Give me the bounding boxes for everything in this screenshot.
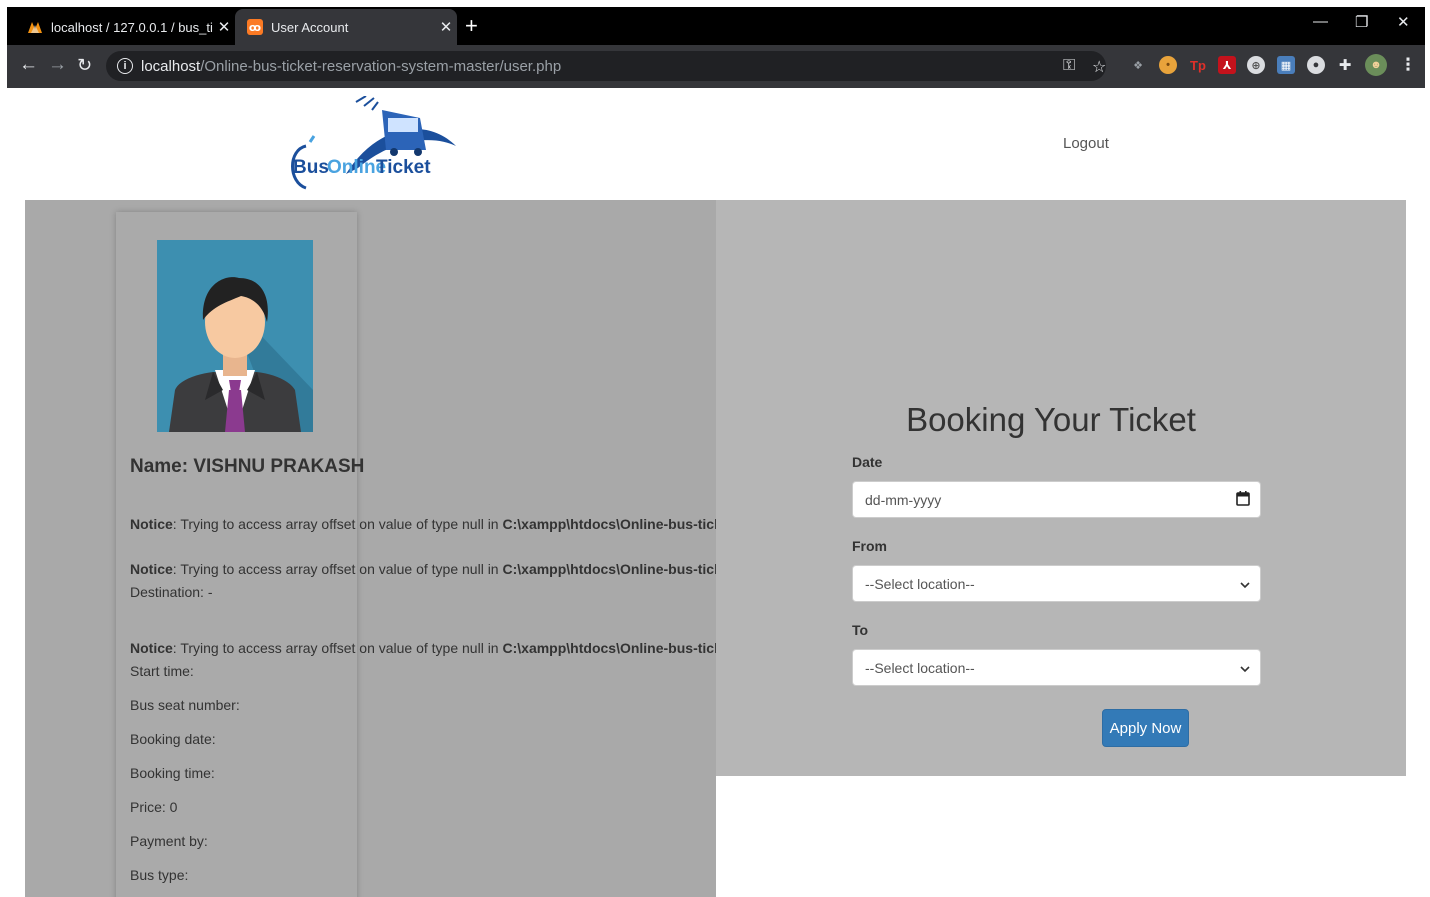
price-line: Price: 0: [130, 799, 178, 815]
booking-time-line: Booking time:: [130, 765, 215, 781]
notice-label: Notice: [130, 561, 173, 577]
browser-window: localhost / 127.0.0.1 / bus_ticket_ ✕ ꝏ …: [7, 7, 1425, 88]
tab-title: localhost / 127.0.0.1 / bus_ticket_: [51, 19, 213, 35]
record-icon[interactable]: ●: [1307, 56, 1325, 74]
notice-line: Notice: Trying to access array offset on…: [130, 561, 716, 577]
close-tab-icon[interactable]: ✕: [213, 18, 235, 36]
address-bar[interactable]: i localhost/Online-bus-ticket-reservatio…: [106, 51, 1106, 81]
xampp-icon: ꝏ: [247, 19, 263, 35]
to-select[interactable]: --Select location--: [852, 649, 1261, 686]
date-input[interactable]: dd-mm-yyyy: [852, 481, 1261, 518]
tp-extension-icon[interactable]: Tp: [1189, 56, 1207, 74]
pdf-icon[interactable]: ⅄: [1218, 56, 1236, 74]
user-name: Name: VISHNU PRAKASH: [130, 456, 365, 477]
close-window-icon[interactable]: ✕: [1397, 13, 1410, 31]
notice-path: C:\xampp\htdocs\Online-bus-ticket-rese: [502, 640, 717, 656]
new-tab-button[interactable]: +: [465, 15, 478, 37]
notice-message: : Trying to access array offset on value…: [172, 561, 503, 577]
booking-panel: Booking Your Ticket Date dd-mm-yyyy From…: [716, 200, 1406, 776]
tab-title: User Account: [271, 19, 349, 35]
to-label: To: [852, 622, 869, 638]
calendar-icon[interactable]: [1236, 490, 1250, 509]
info-icon[interactable]: i: [117, 58, 133, 74]
minimize-icon[interactable]: —: [1313, 13, 1328, 30]
star-icon[interactable]: ☆: [1092, 57, 1106, 77]
menu-icon[interactable]: ⋮: [1399, 55, 1417, 74]
payment-line: Payment by:: [130, 833, 208, 849]
notice-path: C:\xampp\htdocs\Online-bus-ticket-rese: [502, 561, 717, 577]
url-path: /Online-bus-ticket-reservation-system-ma…: [200, 57, 562, 75]
notice-label: Notice: [130, 640, 173, 656]
from-label: From: [852, 538, 887, 554]
image-extension-icon[interactable]: ▦: [1277, 56, 1295, 74]
site-logo[interactable]: Bus Online Ticket: [286, 95, 458, 194]
chevron-down-icon: [1240, 576, 1250, 592]
restore-icon[interactable]: ❐: [1355, 13, 1368, 31]
key-icon[interactable]: ⚿: [1063, 57, 1075, 75]
notice-line: Notice: Trying to access array offset on…: [130, 516, 716, 532]
close-tab-icon[interactable]: ✕: [435, 18, 457, 36]
globe-icon[interactable]: ⊕: [1247, 56, 1265, 74]
logout-link[interactable]: Logout: [1063, 135, 1109, 152]
profile-avatar-icon[interactable]: ☻: [1365, 54, 1387, 76]
from-selected-value: --Select location--: [865, 575, 975, 592]
date-placeholder: dd-mm-yyyy: [865, 491, 942, 508]
extensions-puzzle-icon[interactable]: ✚: [1336, 56, 1354, 74]
notice-path: C:\xampp\htdocs\Online-bus-ticket-rese: [502, 516, 717, 532]
url-host: localhost: [141, 57, 201, 75]
notice-message: : Trying to access array offset on value…: [172, 516, 503, 532]
notice-label: Notice: [130, 516, 173, 532]
logo-text-bus: Bus: [293, 157, 329, 178]
browser-toolbar: ← → ↻ i localhost/Online-bus-ticket-rese…: [7, 45, 1425, 88]
phpmyadmin-icon: [27, 19, 43, 35]
reload-icon[interactable]: ↻: [77, 54, 92, 76]
tab-strip: localhost / 127.0.0.1 / bus_ticket_ ✕ ꝏ …: [7, 7, 1425, 45]
date-label: Date: [852, 454, 883, 470]
user-avatar: [157, 240, 313, 432]
start-time-line: Start time:: [130, 663, 194, 679]
forward-icon[interactable]: →: [48, 54, 67, 76]
profile-panel: Name: VISHNU PRAKASH Notice: Trying to a…: [25, 200, 716, 897]
bus-type-line: Bus type:: [130, 867, 189, 883]
tab-user-account[interactable]: ꝏ User Account ✕: [235, 9, 457, 45]
tab-phpmyadmin[interactable]: localhost / 127.0.0.1 / bus_ticket_ ✕: [19, 9, 235, 45]
back-icon[interactable]: ←: [19, 54, 38, 76]
to-selected-value: --Select location--: [865, 659, 975, 676]
cookie-icon[interactable]: •: [1159, 56, 1177, 74]
dropbox-icon[interactable]: ❖: [1129, 56, 1147, 74]
chevron-down-icon: [1240, 660, 1250, 676]
booking-date-line: Booking date:: [130, 731, 216, 747]
notice-line: Notice: Trying to access array offset on…: [130, 640, 716, 656]
booking-title-text: Booking Your Ticket: [906, 401, 1196, 438]
notice-message: : Trying to access array offset on value…: [172, 640, 503, 656]
logo-text-ticket: Ticket: [376, 157, 431, 178]
apply-now-button[interactable]: Apply Now: [1102, 709, 1189, 747]
seat-number-line: Bus seat number:: [130, 697, 240, 713]
booking-title: Booking Your Ticket: [716, 401, 1406, 439]
from-select[interactable]: --Select location--: [852, 565, 1261, 602]
destination-line: Destination: -: [130, 584, 213, 600]
